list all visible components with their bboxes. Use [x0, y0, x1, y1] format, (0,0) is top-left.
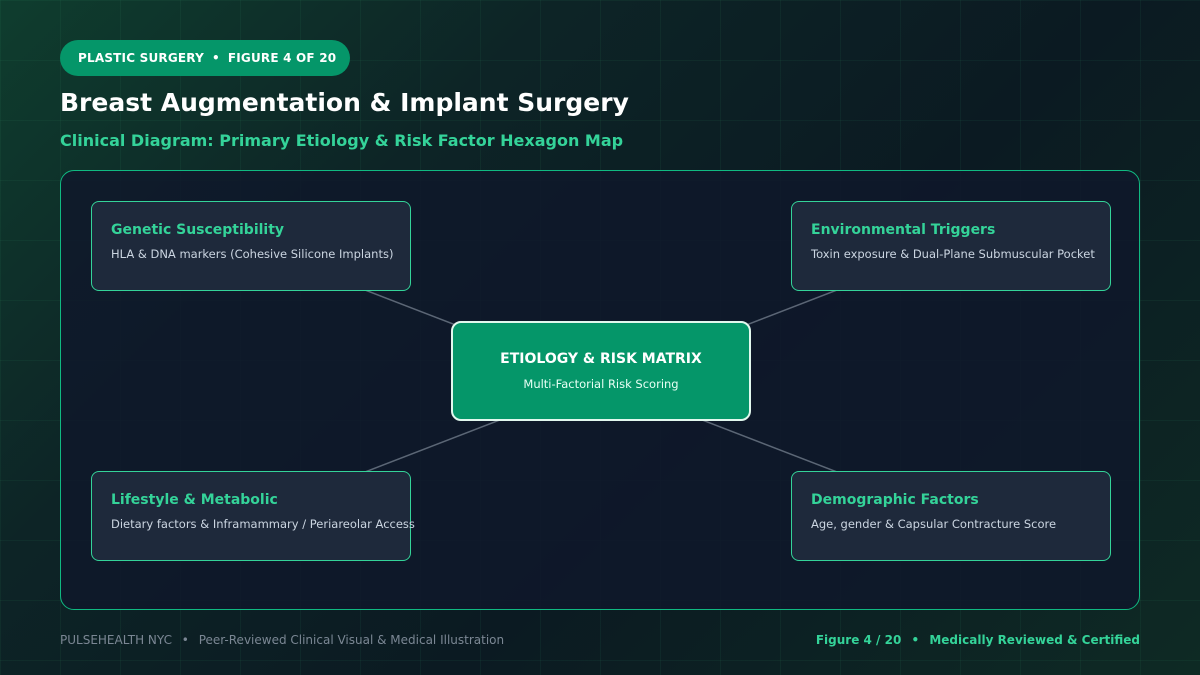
page-subtitle: Clinical Diagram: Primary Etiology & Ris… [60, 131, 624, 150]
node-description: Toxin exposure & Dual-Plane Submuscular … [811, 247, 1095, 261]
footer-credits: PULSEHEALTH NYC • Peer-Reviewed Clinical… [60, 633, 504, 647]
page-title: Breast Augmentation & Implant Surgery [60, 88, 629, 117]
footer-status: Figure 4 / 20 • Medically Reviewed & Cer… [816, 633, 1140, 647]
node-genetic-susceptibility: Genetic Susceptibility HLA & DNA markers… [91, 201, 411, 291]
node-demographic-factors: Demographic Factors Age, gender & Capsul… [791, 471, 1111, 561]
node-description: HLA & DNA markers (Cohesive Silicone Imp… [111, 247, 394, 261]
node-label: Environmental Triggers [811, 222, 996, 238]
node-label: Genetic Susceptibility [111, 222, 285, 238]
badge-separator: • [211, 51, 220, 65]
node-lifestyle-metabolic: Lifestyle & Metabolic Dietary factors & … [91, 471, 415, 561]
footer-tagline: Peer-Reviewed Clinical Visual & Medical … [198, 633, 505, 647]
center-node-risk-matrix: ETIOLOGY & RISK MATRIX Multi-Factorial R… [451, 321, 751, 421]
category-badge: PLASTIC SURGERY • FIGURE 4 OF 20 [60, 40, 350, 76]
node-environmental-triggers: Environmental Triggers Toxin exposure & … [791, 201, 1111, 291]
center-node-label: ETIOLOGY & RISK MATRIX [500, 351, 702, 367]
footer-separator: • [181, 633, 189, 647]
center-node-description: Multi-Factorial Risk Scoring [523, 377, 679, 391]
footer-figure-number: Figure 4 / 20 [815, 633, 902, 647]
footer-separator: • [911, 633, 920, 647]
diagram-panel: Genetic Susceptibility HLA & DNA markers… [60, 170, 1140, 610]
node-label: Demographic Factors [811, 492, 979, 508]
footer-brand: PULSEHEALTH NYC [60, 633, 172, 647]
footer-certification: Medically Reviewed & Certified [929, 633, 1140, 647]
badge-category: PLASTIC SURGERY [78, 51, 204, 65]
node-description: Age, gender & Capsular Contracture Score [811, 517, 1057, 531]
badge-figure: FIGURE 4 OF 20 [227, 51, 337, 65]
node-label: Lifestyle & Metabolic [111, 492, 278, 508]
node-description: Dietary factors & Inframammary / Periare… [111, 517, 415, 531]
